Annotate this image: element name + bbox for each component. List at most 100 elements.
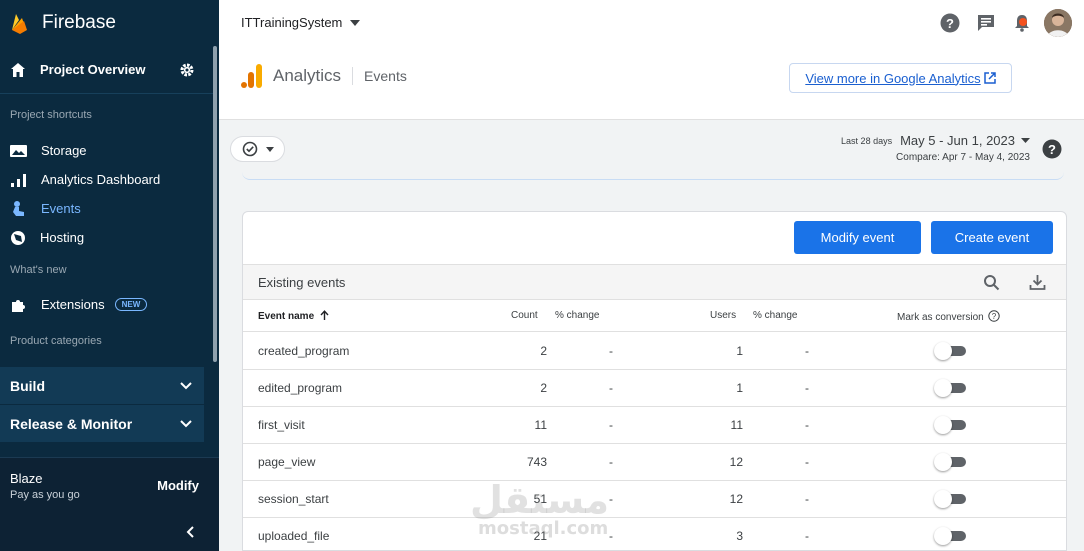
- sidebar-item-label: Storage: [41, 143, 87, 158]
- user-avatar-icon: [1044, 9, 1072, 37]
- date-help-button[interactable]: ?: [1042, 139, 1062, 164]
- category-build[interactable]: Build: [0, 367, 204, 404]
- page-subtitle: Events: [364, 68, 407, 84]
- project-overview-item[interactable]: Project Overview: [0, 46, 213, 94]
- bar-chart-icon: [11, 173, 26, 187]
- column-count-change[interactable]: % change: [555, 310, 599, 321]
- category-release-monitor[interactable]: Release & Monitor: [0, 405, 204, 442]
- count-change-cell: -: [609, 418, 613, 432]
- check-circle-icon: [242, 141, 257, 157]
- sidebar-item-label: Events: [41, 201, 81, 216]
- conversion-toggle[interactable]: [934, 416, 966, 434]
- title-divider: [352, 67, 354, 85]
- table-header: Event name Count % change Users % change…: [243, 300, 1066, 332]
- users-change-cell: -: [805, 344, 809, 358]
- date-range-value: May 5 - Jun 1, 2023: [900, 133, 1015, 148]
- category-label: Release & Monitor: [10, 415, 133, 432]
- event-name-cell: uploaded_file: [258, 529, 330, 543]
- users-cell: 11: [730, 418, 743, 432]
- section-whats-new: What's new: [10, 264, 67, 276]
- column-event-name[interactable]: Event name: [258, 310, 329, 322]
- existing-events-toolbar: Existing events: [243, 264, 1066, 300]
- table-row: session_start 51-12-: [243, 481, 1066, 518]
- conversion-toggle[interactable]: [934, 527, 966, 545]
- users-change-cell: -: [805, 529, 809, 543]
- conversion-toggle[interactable]: [934, 453, 966, 471]
- toggle-knob: [934, 342, 952, 360]
- project-overview-label: Project Overview: [40, 62, 146, 77]
- ga-link-label: View more in Google Analytics: [805, 70, 981, 86]
- section-project-shortcuts: Project shortcuts: [10, 109, 92, 121]
- firebase-logo[interactable]: Firebase: [0, 0, 219, 46]
- new-badge: NEW: [114, 298, 148, 311]
- count-cell: 2: [540, 381, 547, 395]
- table-row: uploaded_file 21-3-: [243, 518, 1066, 550]
- firebase-flame-icon: [12, 14, 27, 34]
- sidebar-item-label: Hosting: [40, 230, 85, 245]
- plan-name: Blaze: [10, 470, 43, 486]
- count-change-cell: -: [609, 381, 613, 395]
- sidebar-item-analytics-dashboard[interactable]: Analytics Dashboard: [0, 165, 213, 194]
- search-button[interactable]: [976, 274, 1006, 291]
- plan-panel: Blaze Pay as you go Modify: [0, 457, 219, 513]
- comparison-filter-button[interactable]: [230, 136, 285, 162]
- conversion-toggle[interactable]: [934, 379, 966, 397]
- sidebar-item-extensions[interactable]: Extensions NEW: [0, 290, 213, 319]
- page-title-text: Analytics: [273, 66, 342, 85]
- chart-card-edge: [242, 170, 1064, 180]
- page-title: Analytics Events: [241, 64, 407, 88]
- sidebar-item-hosting[interactable]: Hosting: [0, 223, 213, 252]
- column-users-change[interactable]: % change: [753, 310, 797, 321]
- column-label: Mark as conversion: [897, 312, 984, 323]
- modify-event-button[interactable]: Modify event: [794, 221, 921, 254]
- count-change-cell: -: [609, 344, 613, 358]
- plan-description: Pay as you go: [10, 488, 80, 501]
- count-cell: 11: [534, 418, 547, 432]
- help-button[interactable]: ?: [936, 9, 964, 37]
- conversion-toggle[interactable]: [934, 342, 966, 360]
- users-cell: 1: [736, 344, 743, 358]
- toggle-knob: [934, 453, 952, 471]
- sidebar-scrollbar[interactable]: [213, 46, 217, 362]
- event-name-cell: session_start: [258, 492, 329, 506]
- gear-icon[interactable]: [179, 62, 195, 78]
- users-change-cell: -: [805, 492, 809, 506]
- column-users[interactable]: Users: [710, 310, 736, 321]
- users-cell: 1: [736, 381, 743, 395]
- count-change-cell: -: [609, 529, 613, 543]
- users-cell: 3: [736, 529, 743, 543]
- conversion-toggle[interactable]: [934, 490, 966, 508]
- toggle-knob: [934, 527, 952, 545]
- project-name: ITTrainingSystem: [241, 15, 343, 30]
- feedback-icon: [978, 15, 994, 31]
- table-row: created_program 2 - 1 -: [243, 333, 1066, 370]
- date-range-selector[interactable]: Last 28 days May 5 - Jun 1, 2023 Compare…: [841, 133, 1030, 163]
- brand-name: Firebase: [42, 12, 116, 33]
- feedback-button[interactable]: [972, 9, 1000, 37]
- sidebar-item-storage[interactable]: Storage: [0, 136, 213, 165]
- collapse-sidebar-button[interactable]: [0, 513, 219, 551]
- avatar[interactable]: [1044, 9, 1072, 37]
- svg-text:?: ?: [946, 16, 954, 31]
- table-row: edited_program 2 - 1 -: [243, 370, 1066, 407]
- notifications-button[interactable]: [1008, 9, 1036, 37]
- sidebar-item-events[interactable]: Events: [0, 194, 213, 223]
- help-outline-icon[interactable]: ?: [988, 310, 1001, 322]
- section-title: Existing events: [258, 274, 346, 290]
- column-count[interactable]: Count: [511, 310, 538, 321]
- project-selector[interactable]: ITTrainingSystem: [241, 15, 361, 30]
- globe-icon: [11, 230, 25, 245]
- create-event-button[interactable]: Create event: [931, 221, 1053, 254]
- page-header: ITTrainingSystem ? Analytics Events View…: [219, 0, 1084, 120]
- download-button[interactable]: [1022, 274, 1052, 291]
- caret-down-icon: [265, 146, 274, 152]
- view-in-google-analytics-link[interactable]: View more in Google Analytics: [789, 63, 1012, 93]
- users-cell: 12: [729, 492, 743, 506]
- watermark-arabic: مستقل: [470, 478, 609, 522]
- sidebar: Firebase Project Overview Project shortc…: [0, 0, 219, 551]
- column-label: Event name: [258, 311, 315, 322]
- search-icon: [983, 274, 999, 290]
- modify-plan-button[interactable]: Modify: [157, 478, 199, 493]
- toggle-knob: [934, 490, 952, 508]
- event-name-cell: page_view: [258, 455, 316, 469]
